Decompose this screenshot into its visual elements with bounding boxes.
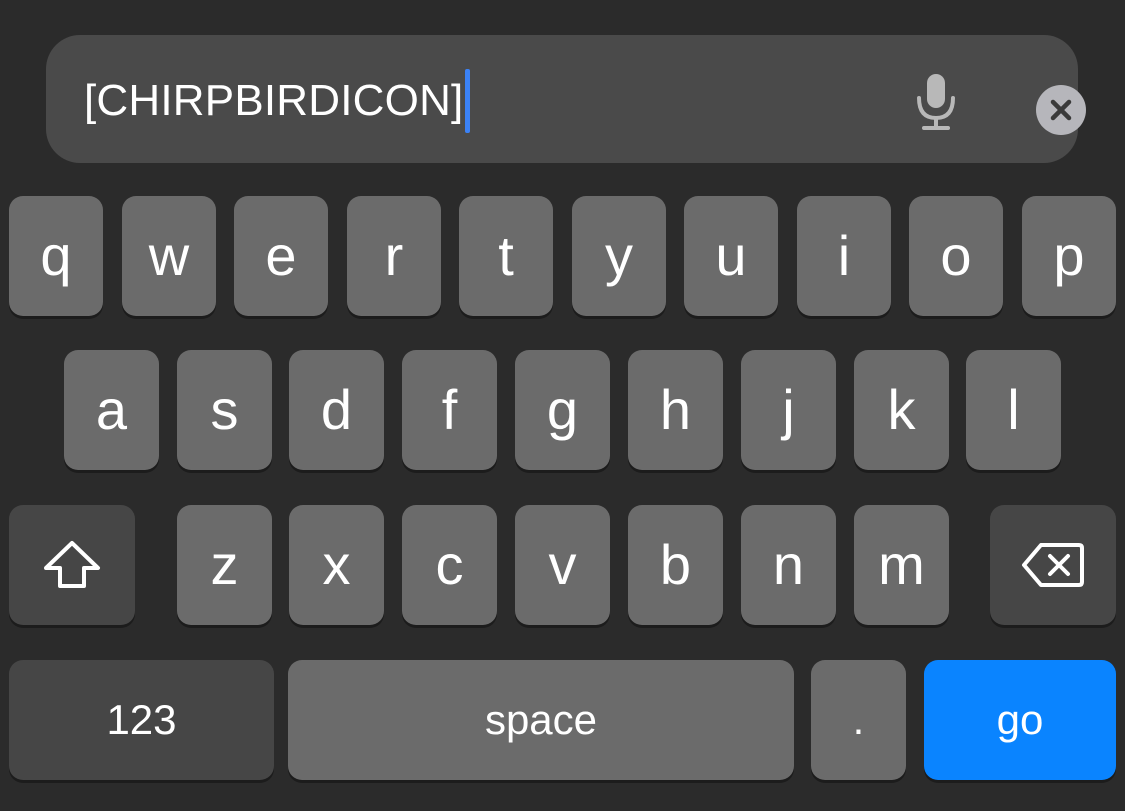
key-z[interactable]: z — [177, 505, 272, 625]
key-a[interactable]: a — [64, 350, 159, 470]
key-p[interactable]: p — [1022, 196, 1116, 316]
key-j[interactable]: j — [741, 350, 836, 470]
numbers-key[interactable]: 123 — [9, 660, 274, 780]
key-m[interactable]: m — [854, 505, 949, 625]
go-key[interactable]: go — [924, 660, 1116, 780]
key-d[interactable]: d — [289, 350, 384, 470]
key-l[interactable]: l — [966, 350, 1061, 470]
backspace-icon — [1022, 543, 1084, 587]
shift-key[interactable] — [9, 505, 135, 625]
key-k[interactable]: k — [854, 350, 949, 470]
key-s[interactable]: s — [177, 350, 272, 470]
key-i[interactable]: i — [797, 196, 891, 316]
key-e[interactable]: e — [234, 196, 328, 316]
shift-arrow-icon — [44, 541, 100, 588]
search-field[interactable]: [CHIRPBIRDICON] — [46, 35, 1086, 163]
key-r[interactable]: r — [347, 196, 441, 316]
key-y[interactable]: y — [572, 196, 666, 316]
clear-button[interactable] — [1036, 85, 1086, 135]
keyboard-screen: [CHIRPBIRDICON] q w e r t y u i o p a s … — [0, 0, 1125, 811]
key-u[interactable]: u — [684, 196, 778, 316]
key-q[interactable]: q — [9, 196, 103, 316]
text-caret — [465, 69, 471, 133]
clear-x-icon — [1050, 99, 1072, 121]
key-x[interactable]: x — [289, 505, 384, 625]
space-key[interactable]: space — [288, 660, 794, 780]
key-n[interactable]: n — [741, 505, 836, 625]
key-v[interactable]: v — [515, 505, 610, 625]
search-input[interactable]: [CHIRPBIRDICON] — [84, 69, 471, 133]
backspace-key[interactable] — [990, 505, 1116, 625]
microphone-icon[interactable] — [914, 72, 958, 132]
key-h[interactable]: h — [628, 350, 723, 470]
key-f[interactable]: f — [402, 350, 497, 470]
key-o[interactable]: o — [909, 196, 1003, 316]
key-t[interactable]: t — [459, 196, 553, 316]
key-w[interactable]: w — [122, 196, 216, 316]
period-key[interactable]: . — [811, 660, 906, 780]
key-g[interactable]: g — [515, 350, 610, 470]
key-b[interactable]: b — [628, 505, 723, 625]
key-c[interactable]: c — [402, 505, 497, 625]
search-input-text: [CHIRPBIRDICON] — [84, 76, 464, 125]
